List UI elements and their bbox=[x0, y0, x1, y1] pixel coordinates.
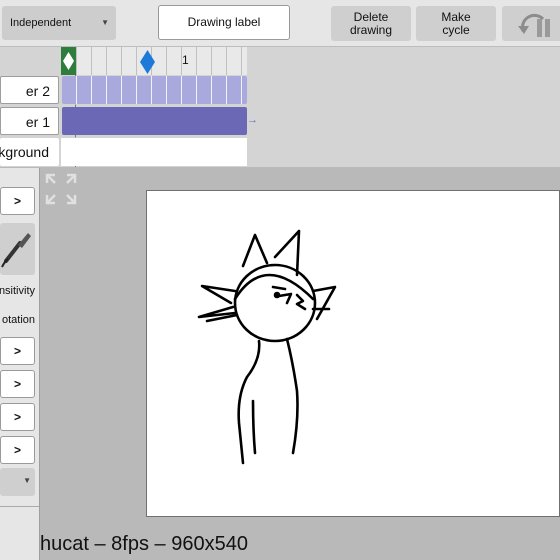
undo-icon bbox=[518, 13, 550, 37]
drawing-canvas[interactable] bbox=[146, 190, 560, 517]
cycle-button-line1: Make bbox=[441, 9, 471, 24]
chevron-down-icon: ▼ bbox=[101, 18, 109, 27]
layer-1-extend-arrow-icon[interactable]: → bbox=[247, 114, 258, 126]
layer-2-name[interactable]: er 2 bbox=[0, 76, 59, 104]
option-arrow-button-4[interactable]: > bbox=[0, 436, 35, 464]
pen-sensitivity-label: nsitivity bbox=[0, 285, 35, 297]
top-toolbar: Independent ▼ Drawing label Delete drawi… bbox=[0, 0, 560, 47]
keyframe-green-marker[interactable] bbox=[61, 47, 76, 75]
undo-button[interactable] bbox=[502, 6, 560, 41]
timeline: 1 er 2 er 1 → kground bbox=[0, 47, 560, 167]
document-info-status: hucat – 8fps – 960x540 bbox=[40, 533, 248, 555]
frame-number-label: 1 bbox=[182, 53, 189, 67]
layer-1-drawing-span[interactable] bbox=[62, 107, 247, 135]
frame-dividers bbox=[62, 76, 247, 104]
option-arrow-button-1[interactable]: > bbox=[0, 337, 35, 365]
option-dropdown[interactable]: ▼ bbox=[0, 468, 35, 496]
diamond-icon bbox=[63, 52, 74, 70]
delete-drawing-button[interactable]: Delete drawing bbox=[331, 6, 411, 41]
brush-tool-button[interactable] bbox=[0, 223, 35, 275]
drawing-label-text: Drawing label bbox=[187, 15, 261, 29]
brush-icon bbox=[1, 233, 31, 268]
tool-expand-button[interactable]: > bbox=[0, 187, 35, 215]
make-cycle-button[interactable]: Make cycle bbox=[416, 6, 496, 41]
drawing-label-button[interactable]: Drawing label bbox=[158, 5, 290, 40]
cat-sketch-drawing bbox=[197, 229, 337, 465]
pen-rotation-label: otation bbox=[1, 314, 35, 326]
layer-1-name[interactable]: er 1 bbox=[0, 107, 59, 135]
layer-mode-dropdown[interactable]: Independent ▼ bbox=[2, 6, 116, 40]
expand-arrows-icon bbox=[45, 173, 77, 205]
chevron-down-icon: ▼ bbox=[23, 476, 31, 485]
delete-button-line1: Delete bbox=[353, 9, 389, 24]
layer-mode-value: Independent bbox=[10, 17, 72, 29]
panel-divider bbox=[0, 506, 39, 507]
background-layer-name[interactable]: kground bbox=[0, 138, 59, 166]
cycle-button-line2: cycle bbox=[442, 22, 470, 37]
fullscreen-button[interactable] bbox=[44, 172, 78, 206]
delete-button-line2: drawing bbox=[349, 22, 393, 37]
option-arrow-button-3[interactable]: > bbox=[0, 403, 35, 431]
tool-options-panel: > nsitivity otation > > > > ▼ bbox=[0, 168, 40, 560]
background-layer-track[interactable] bbox=[61, 138, 247, 166]
option-arrow-button-2[interactable]: > bbox=[0, 370, 35, 398]
ruler-ticks bbox=[62, 47, 247, 75]
layer-2-drawing-span[interactable] bbox=[62, 76, 247, 104]
